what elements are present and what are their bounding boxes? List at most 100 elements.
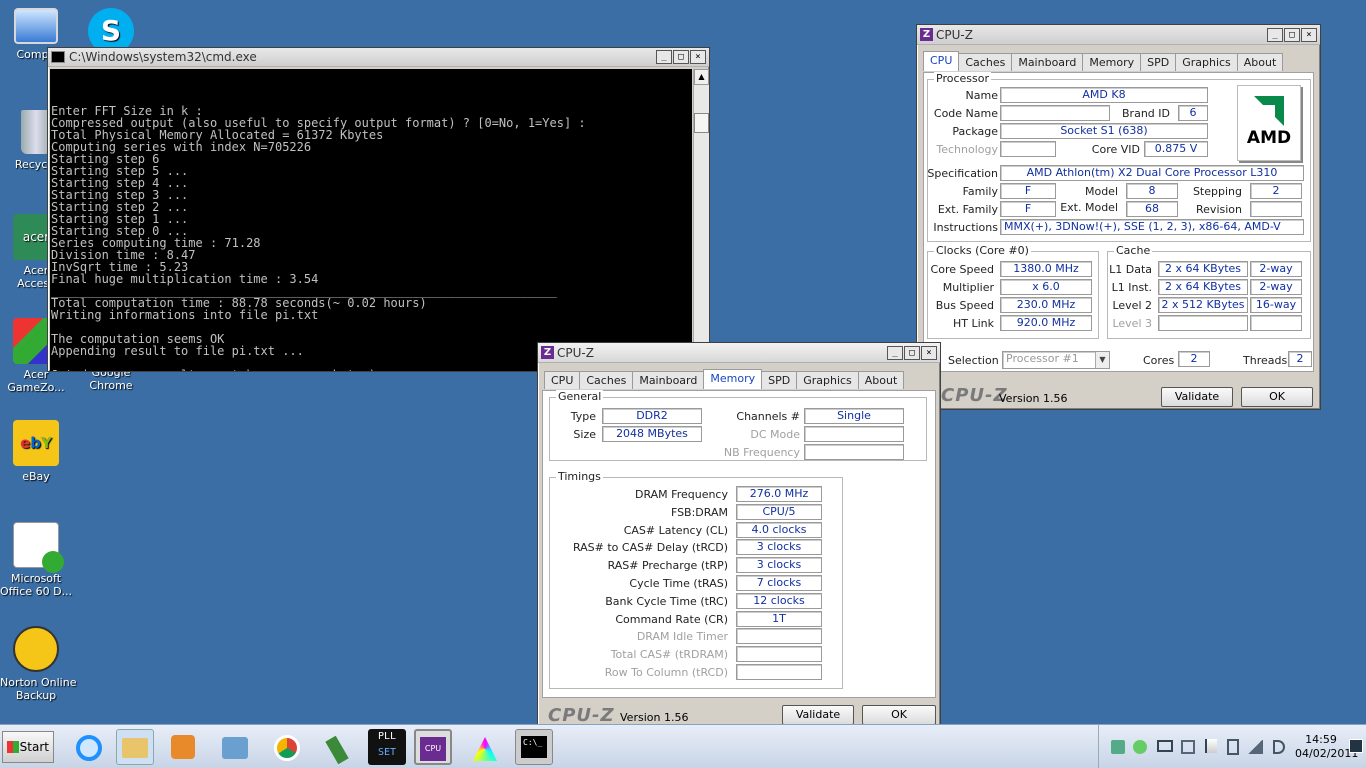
family-label: Family — [962, 185, 998, 198]
maximize-button[interactable]: □ — [1284, 27, 1300, 42]
cores-value: 2 — [1178, 351, 1210, 367]
cmd-titlebar[interactable]: C:\Windows\system32\cmd.exe _ □ × — [48, 48, 709, 67]
start-button[interactable]: Start — [2, 731, 54, 763]
multiplier-label: Multiplier — [942, 281, 994, 294]
scroll-thumb[interactable] — [694, 113, 709, 133]
graphics-tool-icon[interactable] — [466, 729, 504, 765]
maximize-button[interactable]: □ — [673, 50, 689, 64]
close-button[interactable]: × — [690, 50, 706, 64]
tab-cpu[interactable]: CPU — [923, 51, 960, 71]
tab-memory[interactable]: Memory — [1082, 53, 1142, 71]
validate-button[interactable]: Validate — [1161, 387, 1233, 407]
l1d-value: 2 x 64 KBytes — [1158, 261, 1248, 277]
package-label: Package — [952, 125, 998, 138]
tab-mainboard[interactable]: Mainboard — [632, 371, 705, 389]
tab-about[interactable]: About — [1236, 53, 1284, 71]
cmd-console-output[interactable]: Enter FFT Size in k : Compressed output (… — [50, 69, 692, 371]
timing-value — [736, 628, 822, 645]
internet-explorer-icon[interactable] — [70, 729, 108, 765]
timing-value — [736, 664, 822, 680]
security-icon[interactable] — [1133, 740, 1147, 754]
network-tool-icon[interactable] — [216, 729, 254, 765]
l3-value — [1158, 315, 1248, 331]
version-label: Version 1.56 — [620, 711, 689, 724]
scroll-up-arrow[interactable]: ▲ — [694, 69, 709, 85]
minimize-button[interactable]: _ — [887, 345, 903, 360]
printer-icon[interactable] — [1181, 740, 1195, 754]
extfamily-label: Ext. Family — [937, 203, 998, 216]
signal-icon[interactable] — [1247, 740, 1263, 754]
monitor-icon[interactable] — [1157, 740, 1173, 752]
device-icon[interactable] — [1227, 739, 1239, 755]
tab-spd[interactable]: SPD — [1140, 53, 1177, 71]
volume-icon[interactable] — [1273, 740, 1285, 754]
tab-about[interactable]: About — [857, 371, 905, 389]
extmodel-label: Ext. Model — [1060, 201, 1118, 214]
cmd-scrollbar[interactable]: ▲ — [693, 69, 709, 371]
media-player-icon[interactable] — [164, 729, 202, 765]
clock-date: 04/02/2011 — [1295, 747, 1359, 760]
ok-button[interactable]: OK — [862, 705, 936, 725]
explorer-icon[interactable] — [116, 729, 154, 765]
cpuz-memory-window[interactable]: Z CPU-Z _ □ × CPU Caches Mainboard Memor… — [537, 342, 941, 728]
timing-label: DRAM Frequency — [634, 488, 728, 501]
close-button[interactable]: × — [921, 345, 937, 360]
multiplier-value: x 6.0 — [1000, 279, 1092, 295]
cpuz-cpu-window[interactable]: Z CPU-Z _ □ × CPU Caches Mainboard Memor… — [916, 24, 1321, 410]
extmodel-value: 68 — [1126, 201, 1178, 217]
stepping-value: 2 — [1250, 183, 1302, 199]
tab-caches[interactable]: Caches — [958, 53, 1013, 71]
threads-label: Threads — [1243, 354, 1288, 367]
busspeed-value: 230.0 MHz — [1000, 297, 1092, 313]
cpuz-logo-icon: Z — [541, 346, 554, 359]
size-label: Size — [573, 428, 596, 441]
tab-spd[interactable]: SPD — [761, 371, 798, 389]
desktop-icon-ebay[interactable]: ebY eBay — [0, 420, 72, 483]
memory-tab-panel: General Type DDR2 Size 2048 MBytes Chann… — [542, 390, 936, 698]
amd-arrow-icon — [1254, 96, 1284, 126]
cache-group: Cache L1 Data 2 x 64 KBytes 2-way L1 Ins… — [1107, 244, 1311, 339]
size-value: 2048 MBytes — [602, 426, 702, 442]
cpuz-brand: CPU-Z — [941, 385, 1008, 406]
memory-tool-icon[interactable] — [318, 729, 356, 765]
show-desktop-icon[interactable] — [1349, 739, 1363, 753]
window-title: CPU-Z — [557, 345, 594, 360]
action-center-flag-icon[interactable] — [1205, 739, 1217, 753]
ok-button[interactable]: OK — [1241, 387, 1313, 407]
l3-way — [1250, 315, 1302, 331]
tab-strip: CPU Caches Mainboard Memory SPD Graphics… — [538, 363, 940, 389]
tab-memory[interactable]: Memory — [703, 369, 763, 389]
timing-label: CAS# Latency (CL) — [623, 523, 728, 537]
timing-label: RAS# Precharge (tRP) — [607, 559, 728, 573]
minimize-button[interactable]: _ — [656, 50, 672, 64]
maximize-button[interactable]: □ — [904, 345, 920, 360]
cmd-taskbar-icon[interactable]: C:\_ — [515, 729, 553, 765]
tab-mainboard[interactable]: Mainboard — [1011, 53, 1084, 71]
cmd-window[interactable]: C:\Windows\system32\cmd.exe _ □ × Enter … — [47, 47, 710, 372]
clock[interactable]: 14:59 04/02/2011 — [1295, 733, 1359, 761]
desktop-icon-office[interactable]: Microsoft Office 60 D... — [0, 522, 72, 598]
corevid-value: 0.875 V — [1144, 141, 1208, 157]
timing-label: Total CAS# (tRDRAM) — [610, 648, 728, 662]
minimize-button[interactable]: _ — [1267, 27, 1283, 42]
validate-button[interactable]: Validate — [782, 705, 854, 725]
cpuz-taskbar-icon[interactable]: CPU — [414, 729, 452, 765]
codename-value — [1000, 105, 1110, 121]
timing-label: FSB:DRAM — [670, 505, 728, 519]
clocks-group: Clocks (Core #0) Core Speed 1380.0 MHz M… — [927, 244, 1099, 339]
cmd-line: Writing informations into file pi.txt — [51, 308, 319, 322]
selection-dropdown[interactable]: Processor #1 ▼ — [1002, 351, 1110, 369]
cpuz-memory-titlebar[interactable]: Z CPU-Z _ □ × — [538, 343, 940, 363]
pll-set-icon[interactable]: PLL SET — [368, 729, 406, 765]
tab-graphics[interactable]: Graphics — [1175, 53, 1238, 71]
tab-caches[interactable]: Caches — [579, 371, 634, 389]
busspeed-label: Bus Speed — [935, 299, 994, 312]
tab-cpu[interactable]: CPU — [544, 371, 581, 389]
close-button[interactable]: × — [1301, 27, 1317, 42]
technology-label: Technology — [936, 143, 998, 156]
desktop-icon-norton[interactable]: Norton Online Backup — [0, 626, 76, 702]
tab-graphics[interactable]: Graphics — [796, 371, 859, 389]
chrome-icon[interactable] — [268, 729, 306, 765]
cpuz-cpu-titlebar[interactable]: Z CPU-Z _ □ × — [917, 25, 1320, 45]
network-icon[interactable] — [1111, 740, 1125, 754]
